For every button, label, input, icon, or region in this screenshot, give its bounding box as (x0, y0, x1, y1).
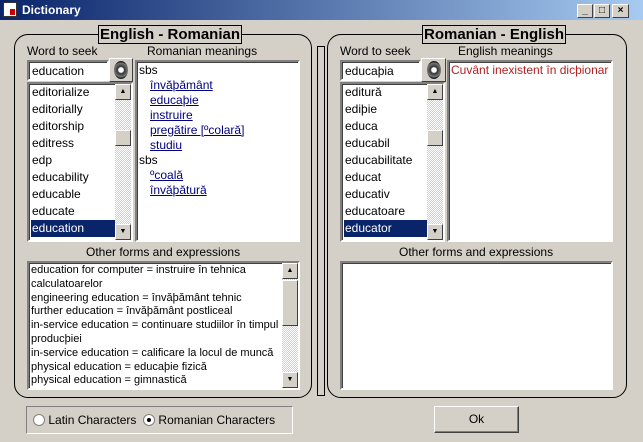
expression-item: engineering education = învăþământ tehni… (31, 291, 242, 304)
other-scrollbar[interactable]: ▲ ▼ (282, 263, 298, 388)
list-item[interactable]: ediþie (344, 101, 427, 118)
title-bar: Dictionary _ □ × (0, 0, 643, 20)
list-item-partial[interactable] (31, 237, 32, 240)
en-word-input[interactable] (27, 60, 109, 81)
scroll-thumb[interactable] (115, 130, 131, 146)
romanian-english-title: Romanian - English (422, 25, 567, 44)
ro-word-input[interactable] (340, 60, 421, 81)
list-item[interactable]: editorialize (31, 84, 115, 101)
romanian-characters-radio[interactable] (143, 414, 156, 426)
en-list-scrollbar[interactable]: ▲ ▼ (115, 84, 131, 240)
latin-characters-radio[interactable] (33, 414, 45, 426)
list-item[interactable]: educabil (344, 135, 427, 152)
en-other-forms-label: Other forms and expressions (86, 245, 241, 259)
list-item[interactable]: edp (31, 152, 115, 169)
scroll-down-button[interactable]: ▼ (282, 372, 298, 388)
list-item[interactable]: educator (344, 220, 427, 237)
scroll-up-button[interactable]: ▲ (427, 84, 443, 100)
expression-item: further education = învăþământ postlicea… (31, 305, 233, 318)
ro-other-forms-box[interactable] (340, 261, 613, 390)
meaning-link[interactable]: studiu (139, 138, 296, 153)
window-title: Dictionary (22, 3, 81, 17)
meaning-link[interactable]: pregãtire [ºcolară] (139, 123, 296, 138)
ok-button[interactable]: Ok (434, 406, 519, 433)
minimize-button[interactable]: _ (577, 4, 593, 18)
list-item[interactable]: educable (31, 186, 115, 203)
en-other-forms-box[interactable]: education for computer = instruire în te… (27, 261, 300, 390)
english-romanian-title: English - Romanian (98, 25, 243, 44)
en-word-list[interactable]: ▲ ▼ editorialize editorially editorship edi… (27, 82, 133, 242)
expression-item: physical education = educaþie fizică (31, 360, 207, 373)
scroll-down-button[interactable]: ▼ (115, 224, 131, 240)
expression-item: physical education = gimnastică (31, 374, 187, 387)
part-of-speech: sbs (139, 63, 158, 77)
list-item[interactable]: educativ (344, 186, 427, 203)
list-item-partial[interactable] (344, 237, 345, 240)
list-item[interactable]: educa (344, 118, 427, 135)
en-pronounce-button[interactable] (109, 58, 133, 82)
expression-item: in-service education = continuare studii… (31, 319, 279, 345)
not-found-message: Cuvânt inexistent în dicþionar (451, 63, 609, 77)
romanian-characters-label[interactable]: Romanian Characters (158, 413, 275, 427)
scroll-up-button[interactable]: ▲ (282, 263, 298, 279)
romanian-meanings-box: sbs învăþământ educaþie instruire pregãtire … (135, 60, 300, 242)
scroll-thumb[interactable] (282, 280, 298, 326)
list-item[interactable]: educability (31, 169, 115, 186)
list-item[interactable]: educat (344, 169, 427, 186)
list-item[interactable]: editură (344, 84, 427, 101)
scroll-up-button[interactable]: ▲ (115, 84, 131, 100)
list-item[interactable]: education (31, 220, 115, 237)
speaker-icon (426, 61, 441, 79)
ro-list-scrollbar[interactable]: ▲ ▼ (427, 84, 443, 240)
ro-word-list[interactable]: ▲ ▼ editură ediþie educa educabil educabilit… (340, 82, 445, 242)
list-item[interactable]: educate (31, 203, 115, 220)
meaning-link[interactable]: ºcoală (139, 168, 296, 183)
romanian-meanings-label: Romanian meanings (147, 44, 258, 58)
meaning-link[interactable]: instruire (139, 108, 296, 123)
english-meanings-box: Cuvânt inexistent în dicþionar (447, 60, 613, 242)
app-icon (3, 2, 17, 17)
speaker-icon (114, 61, 128, 79)
meaning-link[interactable]: învăþământ (139, 78, 296, 93)
expression-item: in-service education = calificare la loc… (31, 346, 274, 359)
ro-pronounce-button[interactable] (421, 58, 446, 82)
meaning-link[interactable]: învăþătură (139, 183, 296, 198)
latin-characters-label[interactable]: Latin Characters (48, 413, 136, 427)
list-item[interactable]: editress (31, 135, 115, 152)
ro-other-forms-label: Other forms and expressions (399, 245, 554, 259)
close-button[interactable]: × (612, 4, 629, 18)
list-item[interactable]: editorship (31, 118, 115, 135)
scroll-thumb[interactable] (427, 130, 443, 146)
splitter[interactable] (317, 46, 325, 396)
expression-item: education for computer = instruire în te… (31, 264, 246, 290)
word-to-seek-label: Word to seek (340, 44, 411, 58)
word-to-seek-label: Word to seek (27, 44, 98, 58)
english-meanings-label: English meanings (458, 44, 553, 58)
list-item[interactable]: educabilitate (344, 152, 427, 169)
maximize-button[interactable]: □ (594, 4, 610, 18)
scroll-down-button[interactable]: ▼ (427, 224, 443, 240)
list-item[interactable]: educatoare (344, 203, 427, 220)
meaning-link[interactable]: educaþie (139, 93, 296, 108)
list-item[interactable]: editorially (31, 101, 115, 118)
part-of-speech: sbs (139, 153, 158, 167)
character-set-group: Latin Characters Romanian Characters (26, 406, 293, 434)
